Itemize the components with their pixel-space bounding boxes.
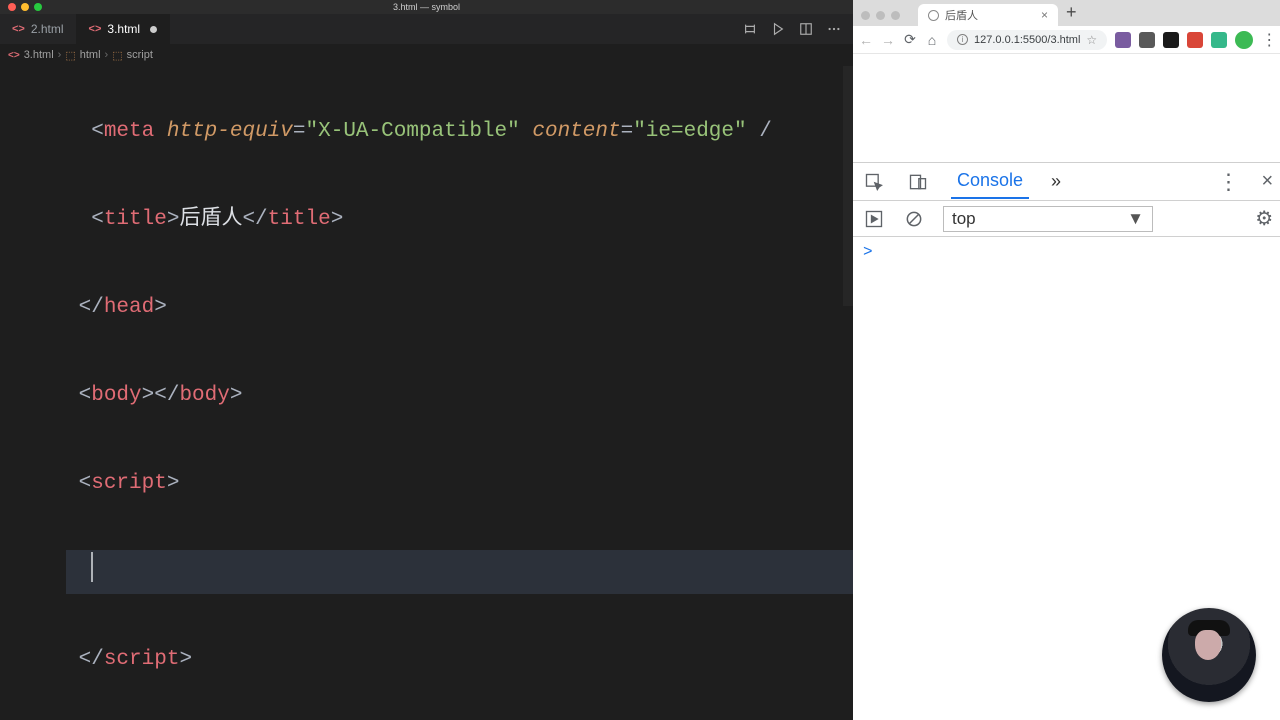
breadcrumb-symbol: html [80,49,101,61]
browser-menu-icon[interactable]: ⋮ [1261,30,1277,50]
close-tab-icon[interactable]: × [1041,8,1048,22]
extension-icons: ⋮ [1115,30,1277,50]
tab-console[interactable]: Console [951,164,1029,199]
forward-button[interactable]: → [881,32,895,48]
console-prompt: > [863,243,873,261]
more-actions-icon[interactable] [827,22,841,36]
chevron-down-icon: ▼ [1127,209,1144,229]
tab-3html[interactable]: <> 3.html [77,14,171,44]
profile-avatar[interactable] [1235,31,1253,49]
compare-icon[interactable] [743,22,757,36]
mac-titlebar: 3.html — symbol [0,0,853,14]
context-value: top [952,209,976,229]
window-close-button[interactable] [861,11,870,20]
new-tab-button[interactable]: + [1058,2,1085,26]
url-text: 127.0.0.1:5500/3.html [974,34,1080,46]
extension-icon[interactable] [1115,32,1131,48]
extension-icon[interactable] [1211,32,1227,48]
devtools-menu-icon[interactable]: ⋮ [1218,169,1240,195]
context-selector[interactable]: top ▼ [943,206,1153,232]
window-maximize-button[interactable] [891,11,900,20]
home-button[interactable]: ⌂ [925,32,939,48]
more-tabs-icon[interactable]: » [1051,171,1061,192]
split-editor-icon[interactable] [799,22,813,36]
execute-icon[interactable] [863,208,885,230]
tab-title: 后盾人 [945,7,978,23]
clear-console-icon[interactable] [903,208,925,230]
tab-label: 2.html [31,22,64,36]
dirty-indicator-icon [150,26,157,33]
bookmark-icon[interactable]: ☆ [1086,33,1097,47]
tab-2html[interactable]: <> 2.html [0,14,77,44]
browser-toolbar: ← → ⟳ ⌂ i 127.0.0.1:5500/3.html ☆ ⋮ [853,26,1280,54]
window-minimize-button[interactable] [876,11,885,20]
devtools-tabbar: Console » ⋮ × [853,163,1280,201]
run-icon[interactable] [771,22,785,36]
page-viewport [853,54,1280,162]
inspect-element-icon[interactable] [863,171,885,193]
address-bar[interactable]: i 127.0.0.1:5500/3.html ☆ [947,30,1107,50]
browser-tabs: 后盾人 × + [918,0,1085,26]
editor-actions [731,14,853,44]
file-icon: <> [89,23,102,35]
webcam-overlay [1162,608,1256,702]
console-context-bar: top ▼ ⚙ [853,201,1280,237]
chevron-right-icon: › [105,49,109,61]
window-minimize-button[interactable] [21,3,29,11]
editor-tabbar: <> 2.html <> 3.html [0,14,853,44]
symbol-icon: ⬚ [65,49,75,62]
device-toolbar-icon[interactable] [907,171,929,193]
window-controls [861,11,900,20]
vscode-window: 3.html — symbol <> 2.html <> 3.html [0,0,853,720]
tab-label: 3.html [107,22,140,36]
code-editor[interactable]: <meta http-equiv="X-UA-Compatible" conte… [0,66,853,720]
breadcrumb[interactable]: <> 3.html › ⬚ html › ⬚ script [0,44,853,66]
file-icon: <> [8,50,20,61]
browser-tab[interactable]: 后盾人 × [918,4,1058,26]
editor-tabs: <> 2.html <> 3.html [0,14,170,44]
code-content: <meta http-equiv="X-UA-Compatible" conte… [66,66,853,720]
globe-icon [928,10,939,21]
symbol-icon: ⬚ [112,49,122,62]
window-controls [8,3,42,11]
chevron-right-icon: › [58,49,62,61]
window-title: 3.html — symbol [0,2,853,12]
reload-button[interactable]: ⟳ [903,31,917,48]
site-info-icon[interactable]: i [957,34,968,45]
minimap[interactable] [843,66,853,306]
breadcrumb-file: 3.html [24,49,54,61]
devtools-close-icon[interactable]: × [1262,170,1274,193]
file-icon: <> [12,23,25,35]
editor-gutter [0,66,66,720]
window-maximize-button[interactable] [34,3,42,11]
browser-titlebar: 后盾人 × + [853,0,1280,26]
extension-icon[interactable] [1163,32,1179,48]
back-button[interactable]: ← [859,32,873,48]
text-cursor [91,552,93,582]
window-close-button[interactable] [8,3,16,11]
extension-icon[interactable] [1187,32,1203,48]
extension-icon[interactable] [1139,32,1155,48]
console-settings-icon[interactable]: ⚙ [1255,206,1273,231]
breadcrumb-symbol: script [127,49,153,61]
